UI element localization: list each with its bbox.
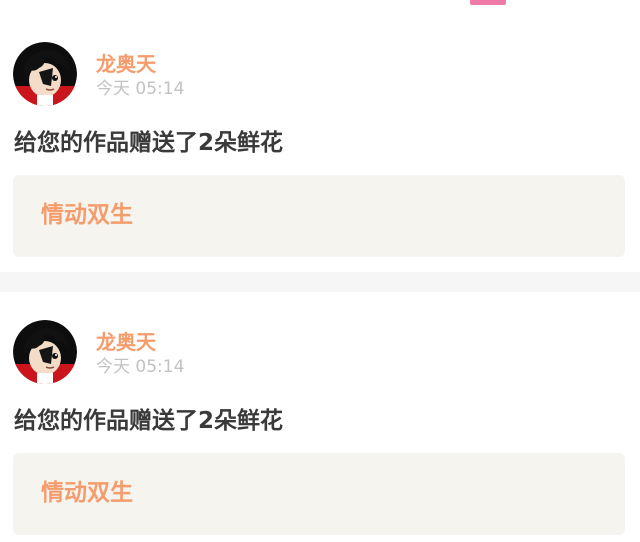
timestamp: 今天 05:14 [96,79,185,99]
card-divider [0,272,640,292]
user-avatar-icon [13,320,77,384]
notification-list-page: 龙奥天 今天 05:14 给您的作品赠送了2朵鲜花 情动双生 龙奥天 今天 05… [0,0,640,542]
notification-message: 给您的作品赠送了2朵鲜花 [14,130,284,156]
timestamp: 今天 05:14 [96,357,185,377]
user-avatar[interactable] [13,320,77,384]
notification-card: 龙奥天 今天 05:14 给您的作品赠送了2朵鲜花 情动双生 [0,318,640,542]
notification-message: 给您的作品赠送了2朵鲜花 [14,408,284,434]
username[interactable]: 龙奥天 [96,330,156,354]
work-link-box[interactable]: 情动双生 [13,453,625,535]
work-title: 情动双生 [41,202,133,228]
username[interactable]: 龙奥天 [96,52,156,76]
notification-card: 龙奥天 今天 05:14 给您的作品赠送了2朵鲜花 情动双生 [0,40,640,272]
user-avatar[interactable] [13,42,77,106]
active-tab-indicator [470,0,506,5]
work-title: 情动双生 [41,480,133,506]
user-avatar-icon [13,42,77,106]
work-link-box[interactable]: 情动双生 [13,175,625,257]
